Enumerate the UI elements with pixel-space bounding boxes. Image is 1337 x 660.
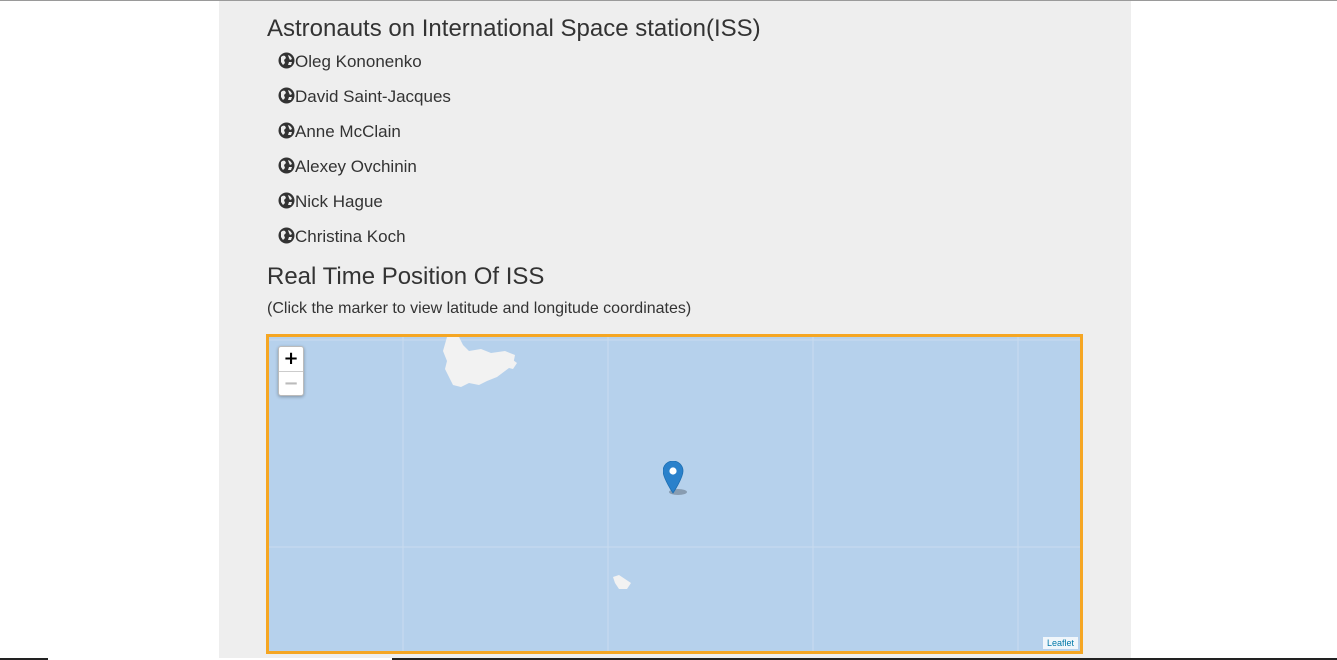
astronaut-list: Oleg Kononenko David Saint-Jacques Anne … <box>278 51 451 261</box>
iss-map[interactable]: + − Leaflet <box>266 334 1083 654</box>
zoom-out-button[interactable]: − <box>279 371 303 395</box>
map-marker-icon[interactable] <box>662 460 693 497</box>
zoom-control: + − <box>278 346 304 396</box>
list-item: Oleg Kononenko <box>278 51 451 86</box>
globe-icon <box>278 227 295 244</box>
zoom-in-button[interactable]: + <box>279 347 303 371</box>
list-item: Christina Koch <box>278 226 451 261</box>
attribution-link[interactable]: Leaflet <box>1042 637 1078 649</box>
globe-icon <box>278 87 295 104</box>
main-content: Astronauts on International Space statio… <box>219 1 1131 660</box>
list-item: David Saint-Jacques <box>278 86 451 121</box>
iss-position-heading: Real Time Position Of ISS <box>267 263 545 290</box>
astronaut-name: Nick Hague <box>295 192 383 211</box>
astronaut-name: Christina Koch <box>295 227 406 246</box>
astronaut-name: David Saint-Jacques <box>295 87 451 106</box>
globe-icon <box>278 122 295 139</box>
globe-icon <box>278 157 295 174</box>
map-instructions: (Click the marker to view latitude and l… <box>267 300 692 317</box>
astronaut-name: Anne McClain <box>295 122 401 141</box>
astronauts-heading: Astronauts on International Space statio… <box>267 15 761 42</box>
list-item: Anne McClain <box>278 121 451 156</box>
astronaut-name: Alexey Ovchinin <box>295 157 417 176</box>
list-item: Nick Hague <box>278 191 451 226</box>
globe-icon <box>278 52 295 69</box>
globe-icon <box>278 192 295 209</box>
astronaut-name: Oleg Kononenko <box>295 52 422 71</box>
list-item: Alexey Ovchinin <box>278 156 451 191</box>
